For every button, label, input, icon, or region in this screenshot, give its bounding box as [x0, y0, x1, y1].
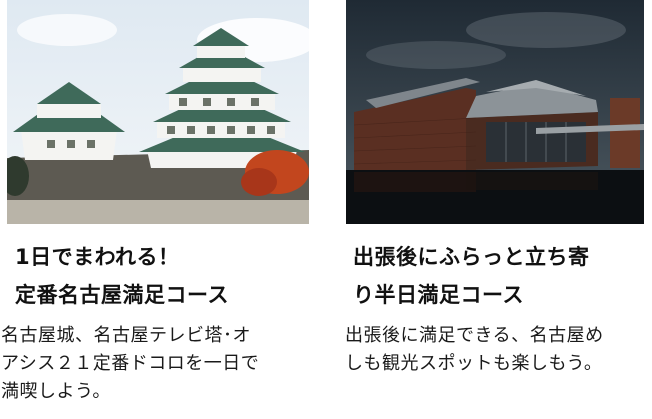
course-card-business-trip[interactable]: 出張後にふらっと立ち寄 り半日満足コース 出張後に満足できる、名古屋め しも観光… — [345, 0, 645, 419]
course-description-line-2: アシス２１定番ドコロを一日で — [1, 353, 260, 374]
brick-building-photo[interactable] — [346, 0, 644, 224]
course-title-line-2: 定番名古屋満足コース — [15, 283, 229, 307]
course-description-line-3: 満喫しよう。 — [1, 381, 111, 402]
nagoya-castle-photo[interactable] — [7, 0, 309, 224]
castle-illustration — [7, 0, 309, 224]
course-title-line-2: り半日満足コース — [353, 283, 524, 307]
course-title-line-1: 出張後にふらっと立ち寄 — [353, 245, 590, 269]
course-title-line-1: 1日でまわれる！ — [15, 245, 180, 269]
course-description-line-2: しも観光スポットも楽しもう。 — [345, 353, 603, 374]
course-title: 1日でまわれる！ 定番名古屋満足コース — [15, 238, 229, 314]
course-description-line-1: 出張後に満足できる、名古屋め — [345, 325, 604, 346]
brick-building-illustration — [346, 0, 644, 224]
course-description: 出張後に満足できる、名古屋め しも観光スポットも楽しもう。 — [345, 322, 604, 378]
course-title: 出張後にふらっと立ち寄 り半日満足コース — [353, 238, 590, 314]
course-card-castle[interactable]: 1日でまわれる！ 定番名古屋満足コース 名古屋城、名古屋テレビ塔･オ アシス２１… — [1, 0, 317, 419]
course-description-line-1: 名古屋城、名古屋テレビ塔･オ — [1, 325, 251, 346]
course-description: 名古屋城、名古屋テレビ塔･オ アシス２１定番ドコロを一日で 満喫しよう。 — [1, 322, 259, 406]
